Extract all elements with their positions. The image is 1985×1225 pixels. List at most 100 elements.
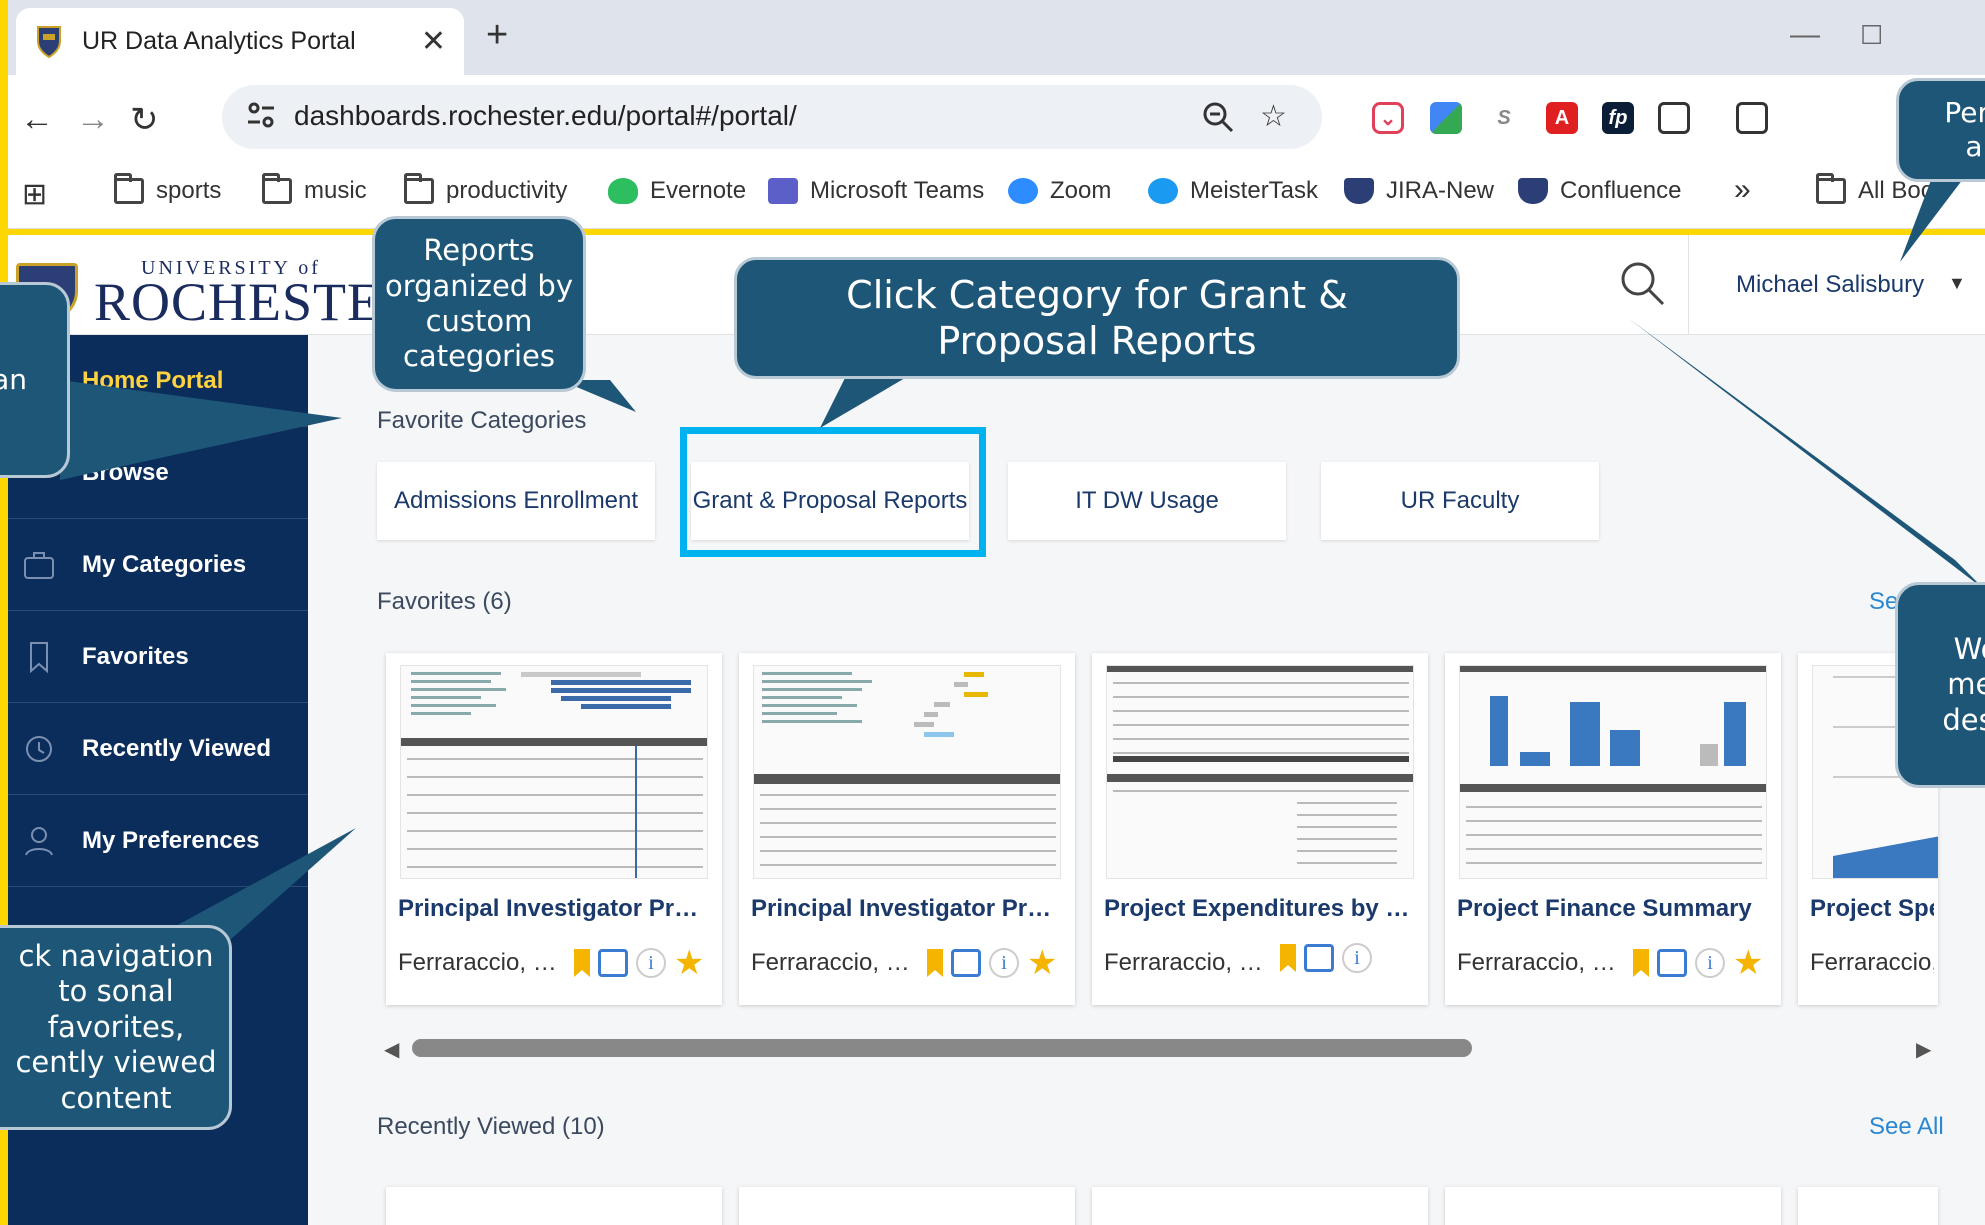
- edit-icon[interactable]: [1657, 949, 1687, 977]
- zoom-icon[interactable]: [1202, 101, 1234, 133]
- callout-click-category: Click Category for Grant & Proposal Repo…: [734, 257, 1460, 379]
- recent-card[interactable]: [1445, 1187, 1781, 1225]
- shield-icon: [1518, 178, 1548, 204]
- shield-icon: [1344, 178, 1374, 204]
- callout-reports-organized: Reports organized by custom categories: [372, 216, 586, 392]
- extensions-icon[interactable]: [1658, 102, 1690, 134]
- edit-icon[interactable]: [1304, 944, 1334, 972]
- bookmark-sports[interactable]: sports: [114, 173, 221, 205]
- google-ext-icon[interactable]: [1430, 102, 1462, 134]
- folder-icon: [114, 173, 144, 204]
- scroll-right-icon[interactable]: ▶: [1916, 1037, 1931, 1062]
- report-title[interactable]: Project Spe: [1810, 895, 1934, 923]
- pdf-icon[interactable]: A: [1546, 102, 1578, 134]
- sidebar-item-my-categories[interactable]: My Categories: [8, 519, 308, 611]
- chevron-down-icon[interactable]: ▼: [1948, 273, 1966, 294]
- user-menu[interactable]: Michael Salisbury: [1736, 271, 1924, 299]
- report-title[interactable]: Project Finance Summary: [1457, 895, 1769, 923]
- report-actions: i ★: [927, 943, 1065, 983]
- minimize-icon[interactable]: —: [1790, 18, 1820, 52]
- recent-card[interactable]: [739, 1187, 1075, 1225]
- star-bookmark-icon[interactable]: ☆: [1260, 99, 1287, 134]
- bookmark-music[interactable]: music: [262, 173, 367, 205]
- bookmark-icon[interactable]: [1280, 944, 1296, 972]
- report-title[interactable]: Principal Investigator Propo...: [751, 895, 1063, 923]
- recent-card[interactable]: [1798, 1187, 1938, 1225]
- star-icon[interactable]: ★: [1733, 943, 1763, 983]
- sidebar-item-my-preferences[interactable]: My Preferences: [8, 795, 308, 887]
- fp-ext-icon[interactable]: fp: [1602, 102, 1634, 134]
- callout-quick-navigation: ck navigation to sonal favorites, cently…: [0, 925, 232, 1130]
- category-admissions[interactable]: Admissions Enrollment: [377, 462, 655, 540]
- report-title[interactable]: Project Expenditures by FAO: [1104, 895, 1416, 923]
- new-tab-icon[interactable]: +: [486, 14, 508, 57]
- bookmarks-bar: ⊞ sports music productivity Evernote Mic…: [8, 165, 1985, 229]
- back-icon[interactable]: ←: [20, 100, 54, 139]
- meistertask-icon: [1148, 178, 1178, 204]
- tab-close-icon[interactable]: ✕: [421, 24, 446, 59]
- forward-icon[interactable]: →: [76, 100, 110, 139]
- report-card[interactable]: Principal Investigator Propo... Ferrarac…: [739, 653, 1075, 1005]
- site-settings-icon[interactable]: [246, 99, 276, 131]
- bookmark-icon[interactable]: [1633, 949, 1649, 977]
- edit-icon[interactable]: [951, 949, 981, 977]
- bookmark-icon[interactable]: [574, 949, 590, 977]
- tab-strip: UR Data Analytics Portal ✕ + — ☐: [8, 0, 1985, 75]
- favorites-title: Favorites (6): [377, 588, 512, 615]
- s-ext-icon[interactable]: S: [1488, 102, 1520, 134]
- search-icon[interactable]: [1618, 259, 1666, 307]
- sidebar-item-favorites[interactable]: Favorites: [8, 611, 308, 703]
- browser-tab[interactable]: UR Data Analytics Portal ✕: [16, 8, 464, 75]
- tab-title: UR Data Analytics Portal: [82, 27, 356, 55]
- apps-grid-icon[interactable]: ⊞: [22, 177, 47, 212]
- maximize-icon[interactable]: ☐: [1860, 20, 1883, 51]
- info-icon[interactable]: i: [989, 948, 1019, 978]
- favorite-categories-title: Favorite Categories: [377, 407, 587, 434]
- report-author: Ferraraccio,: [1810, 949, 1934, 976]
- report-card[interactable]: Project Expenditures by FAO Ferraraccio,…: [1092, 653, 1428, 1005]
- bookmark-productivity[interactable]: productivity: [404, 173, 567, 205]
- folder-icon: [262, 173, 292, 204]
- bookmark-meistertask[interactable]: MeisterTask: [1148, 177, 1318, 205]
- recently-see-all-link[interactable]: See All: [1869, 1113, 1944, 1141]
- scroll-left-icon[interactable]: ◀: [384, 1037, 399, 1062]
- folder-icon: [1816, 173, 1846, 204]
- rochester-favicon-icon: [37, 25, 61, 58]
- category-highlight-box: [680, 427, 986, 557]
- bookmark-icon[interactable]: [927, 949, 943, 977]
- address-row: ← → ↻ dashboards.rochester.edu/portal#/p…: [8, 75, 1985, 165]
- info-icon[interactable]: i: [1695, 948, 1725, 978]
- report-card[interactable]: Project Finance Summary Ferraraccio, M..…: [1445, 653, 1781, 1005]
- pocket-icon[interactable]: ⌄: [1372, 102, 1404, 134]
- report-author: Ferraraccio, M...: [398, 949, 568, 976]
- report-author: Ferraraccio, M...: [751, 949, 921, 976]
- teams-icon: [768, 178, 798, 204]
- reload-icon[interactable]: ↻: [130, 100, 159, 140]
- bookmark-confluence[interactable]: Confluence: [1518, 177, 1681, 205]
- report-title[interactable]: Principal Investigator Projec...: [398, 895, 710, 923]
- report-card[interactable]: Principal Investigator Projec... Ferrara…: [386, 653, 722, 1005]
- browser-window: UR Data Analytics Portal ✕ + — ☐ ← → ↻ d…: [8, 0, 1985, 1225]
- reading-mode-icon[interactable]: [1736, 102, 1768, 134]
- star-icon[interactable]: ★: [1027, 943, 1057, 983]
- address-bar[interactable]: dashboards.rochester.edu/portal#/portal/…: [222, 85, 1322, 149]
- sidebar-item-recently-viewed[interactable]: Recently Viewed: [8, 703, 308, 795]
- info-icon[interactable]: i: [636, 948, 666, 978]
- callout-left-top: an: [0, 282, 70, 478]
- star-icon[interactable]: ★: [674, 943, 704, 983]
- recent-card[interactable]: [386, 1187, 722, 1225]
- zoom-app-icon: [1008, 178, 1038, 204]
- horizontal-scrollbar[interactable]: [412, 1039, 1472, 1057]
- info-icon[interactable]: i: [1342, 943, 1372, 973]
- category-it-dw-usage[interactable]: IT DW Usage: [1008, 462, 1286, 540]
- more-bookmarks-icon[interactable]: »: [1734, 173, 1751, 207]
- report-thumbnail: [1106, 665, 1414, 879]
- category-ur-faculty[interactable]: UR Faculty: [1321, 462, 1599, 540]
- bookmark-jira[interactable]: JIRA-New: [1344, 177, 1494, 205]
- bookmark-teams[interactable]: Microsoft Teams: [768, 177, 984, 205]
- recent-card[interactable]: [1092, 1187, 1428, 1225]
- edit-icon[interactable]: [598, 949, 628, 977]
- bookmark-zoom[interactable]: Zoom: [1008, 177, 1111, 205]
- report-actions: i ★: [574, 943, 712, 983]
- bookmark-evernote[interactable]: Evernote: [608, 177, 746, 205]
